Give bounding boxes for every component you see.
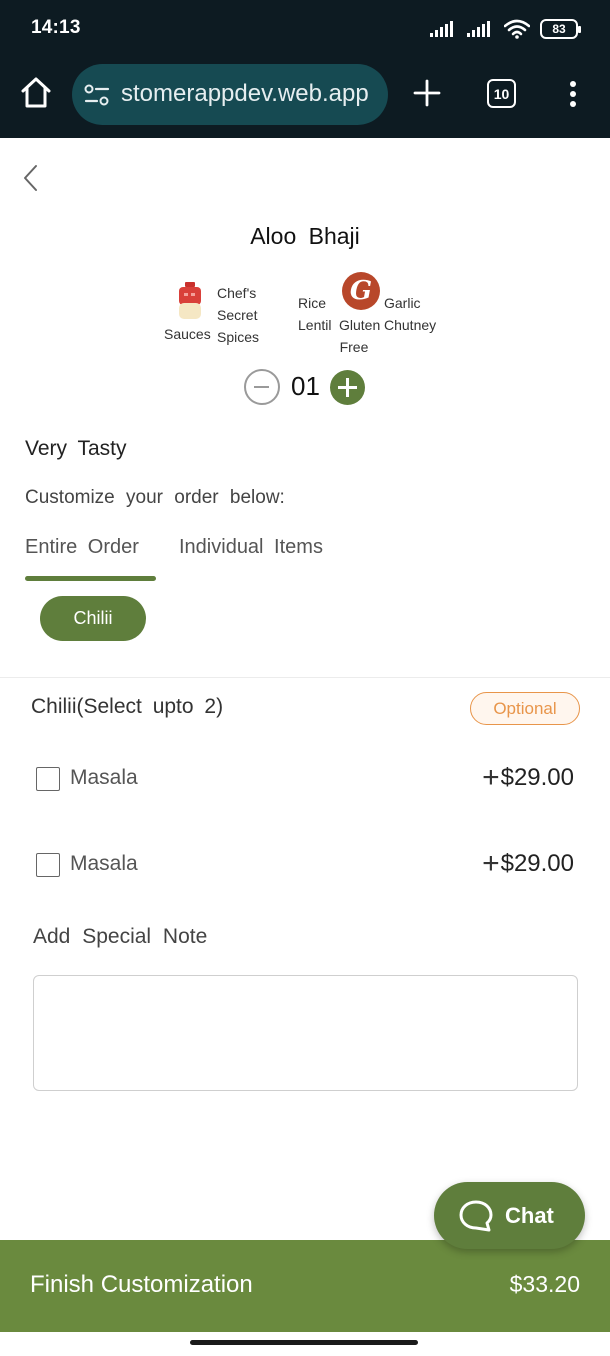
sauce-jar-icon xyxy=(179,282,201,319)
signal-icon xyxy=(430,21,453,37)
tag-garlic-chutney: Garlic Chutney xyxy=(384,292,436,336)
address-bar[interactable]: stomerappdev.web.app xyxy=(72,64,388,125)
decrease-quantity-button[interactable] xyxy=(244,369,280,405)
tag-free-line: Free xyxy=(339,339,369,355)
wifi-icon xyxy=(504,19,530,39)
signal-icon xyxy=(467,21,490,37)
dish-description: Very Tasty xyxy=(25,437,127,460)
more-menu-icon[interactable] xyxy=(566,80,580,108)
option-price: + $29.00 xyxy=(482,847,574,880)
browser-toolbar: stomerappdev.web.app 10 xyxy=(0,58,610,138)
section-divider xyxy=(0,677,610,678)
chat-button[interactable]: Chat xyxy=(434,1182,585,1249)
tag-lentil-line: Lentil xyxy=(298,317,332,333)
optional-badge: Optional xyxy=(470,692,580,725)
active-tab-indicator xyxy=(25,576,156,581)
finish-label: Finish Customization xyxy=(30,1271,253,1298)
tag-garlic-line: Garlic xyxy=(384,295,421,311)
status-bar: 14:13 83 xyxy=(0,0,610,58)
system-gesture-bar xyxy=(0,1332,610,1356)
home-icon[interactable] xyxy=(20,76,52,110)
battery-icon: 83 xyxy=(540,19,581,39)
modifier-option[interactable]: Masala + $29.00 xyxy=(0,758,610,798)
increase-quantity-button[interactable] xyxy=(330,370,365,405)
order-total: $33.20 xyxy=(509,1271,580,1297)
chat-label: Chat xyxy=(505,1202,554,1228)
tag-sauces: Sauces xyxy=(164,326,211,342)
quantity-stepper: 01 xyxy=(244,369,368,407)
url-text[interactable]: stomerappdev.web.app xyxy=(121,80,369,108)
tag-rice-line: Rice xyxy=(298,295,327,311)
back-arrow-icon[interactable] xyxy=(18,163,44,193)
tag-chefs-secret-spices: Chef's Secret Spices xyxy=(217,282,259,348)
modifier-group-title: Chilii(Select upto 2) xyxy=(31,695,224,718)
tab-entire-order[interactable]: Entire Order xyxy=(25,536,139,559)
tab-switcher-icon[interactable]: 10 xyxy=(487,79,516,108)
tag-gluten-free: Gluten Free xyxy=(339,314,381,358)
plus-icon: + xyxy=(482,847,500,880)
tab-count: 10 xyxy=(493,85,510,102)
status-time: 14:13 xyxy=(31,17,81,38)
tag-rice-lentil: Rice Lentil xyxy=(298,292,331,336)
status-icons: 83 xyxy=(430,17,581,41)
modifier-option[interactable]: Masala + $29.00 xyxy=(0,844,610,884)
gluten-free-logo-icon: G xyxy=(342,272,380,310)
tag-spices-line: Spices xyxy=(217,329,260,345)
customize-label: Customize your order below: xyxy=(25,487,285,508)
option-price: + $29.00 xyxy=(482,761,574,794)
option-label[interactable]: Masala xyxy=(70,766,138,790)
option-label[interactable]: Masala xyxy=(70,852,138,876)
chip-chilii[interactable]: Chilii xyxy=(40,596,146,641)
tag-chefs-line: Chef's xyxy=(217,285,257,301)
special-note-label: Add Special Note xyxy=(33,925,208,948)
option-checkbox[interactable] xyxy=(36,853,60,877)
site-settings-icon[interactable] xyxy=(84,83,110,107)
gesture-handle[interactable] xyxy=(190,1340,418,1345)
dish-title: Aloo Bhaji xyxy=(250,223,360,249)
option-price-value: $29.00 xyxy=(500,764,574,791)
tab-individual-items[interactable]: Individual Items xyxy=(179,536,323,559)
tag-secret-line: Secret xyxy=(217,307,258,323)
finish-customization-button[interactable]: Finish Customization $33.20 xyxy=(0,1240,610,1332)
tag-gluten-line: Gluten xyxy=(339,317,381,333)
option-checkbox[interactable] xyxy=(36,767,60,791)
option-price-value: $29.00 xyxy=(500,850,574,877)
quantity-value: 01 xyxy=(291,371,320,401)
new-tab-plus-icon[interactable] xyxy=(412,78,442,108)
plus-icon: + xyxy=(482,761,500,794)
chip-label: Chilii xyxy=(73,608,113,628)
tag-chutney-line: Chutney xyxy=(384,317,437,333)
chat-bubble-icon xyxy=(459,1200,493,1231)
logo-letter: G xyxy=(349,276,373,306)
dietary-tags: Sauces Chef's Secret Spices Rice Lentil … xyxy=(0,270,610,360)
battery-level: 83 xyxy=(552,22,566,36)
optional-badge-label: Optional xyxy=(493,698,557,718)
special-note-input[interactable] xyxy=(33,975,578,1091)
